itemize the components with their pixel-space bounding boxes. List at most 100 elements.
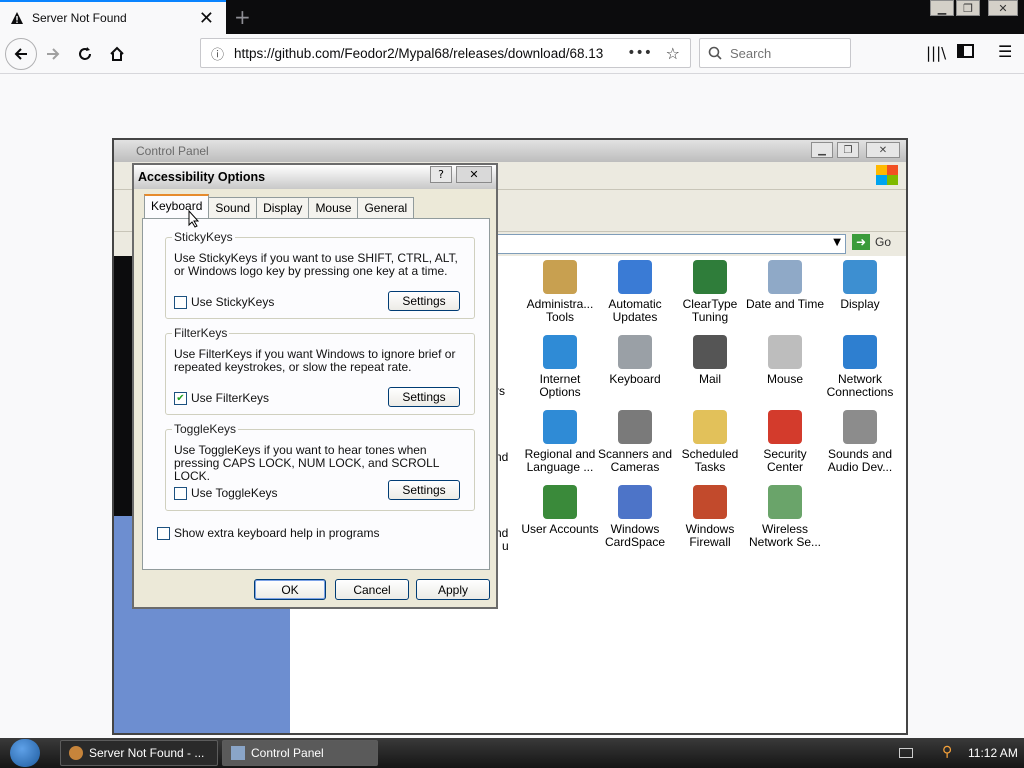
windows-logo-icon	[876, 165, 898, 185]
tab-general[interactable]: General	[357, 197, 415, 219]
use-stickykeys-checkbox[interactable]: Use StickyKeys	[174, 295, 274, 309]
filterkeys-settings-button[interactable]: Settings	[388, 387, 460, 407]
cp-item-mouse[interactable]: Mouse	[745, 335, 825, 386]
dialog-close-button[interactable]: ✕	[456, 166, 492, 183]
camera-icon	[618, 410, 652, 444]
keyboard-tray-icon[interactable]	[899, 748, 913, 758]
extra-keyboard-help-label[interactable]: Show extra keyboard help in programs	[174, 526, 379, 540]
home-button[interactable]	[102, 39, 132, 69]
go-arrow-icon: ➜	[852, 234, 870, 250]
cleartype-icon	[693, 260, 727, 294]
url-text[interactable]: https://github.com/Feodor2/Mypal68/relea…	[234, 46, 614, 61]
mouse-icon	[768, 335, 802, 369]
cp-minimize-button[interactable]: ▁	[811, 142, 833, 158]
apply-button[interactable]: Apply	[416, 579, 490, 600]
stickykeys-settings-button[interactable]: Settings	[388, 291, 460, 311]
reload-button[interactable]	[70, 39, 100, 69]
cp-item-security-center[interactable]: Security Center	[745, 410, 825, 474]
close-window-button[interactable]: ✕	[988, 0, 1018, 16]
back-button[interactable]	[5, 38, 37, 70]
page-actions-icon[interactable]: •••	[627, 45, 652, 61]
close-tab-icon[interactable]: ✕	[199, 8, 214, 29]
tab-mouse[interactable]: Mouse	[308, 197, 359, 219]
cp-item-label: Network Connections	[826, 372, 894, 399]
cp-item-regional-and-language[interactable]: Regional and Language ...	[520, 410, 600, 474]
search-input[interactable]: Search	[699, 38, 851, 68]
control-panel-titlebar[interactable]: Control Panel ▁ ❐ ✕	[114, 140, 906, 162]
cp-task-pane-header	[114, 256, 134, 516]
forward-arrow-icon	[47, 48, 60, 60]
sidebar-icon[interactable]	[957, 44, 974, 58]
use-stickykeys-label[interactable]: Use StickyKeys	[191, 295, 274, 309]
extra-help-checkbox-box[interactable]	[157, 526, 170, 540]
dialog-title: Accessibility Options	[138, 170, 266, 184]
cp-item-display[interactable]: Display	[820, 260, 900, 311]
use-filterkeys-checkbox[interactable]: ✔ Use FilterKeys	[174, 391, 269, 405]
search-tray-icon[interactable]: ⚲	[942, 744, 952, 760]
globe-icon	[543, 410, 577, 444]
cp-item-mail[interactable]: Mail	[670, 335, 750, 386]
restore-button[interactable]: ❐	[956, 0, 980, 16]
library-icon[interactable]: |||\	[926, 44, 946, 62]
cp-item-automatic-updates[interactable]: Automatic Updates	[595, 260, 675, 324]
stickykeys-caption: StickyKeys	[172, 230, 235, 244]
cp-item-wireless-network-se[interactable]: Wireless Network Se...	[745, 485, 825, 549]
filterkeys-checkbox-box[interactable]: ✔	[174, 391, 187, 405]
cp-item-label: Internet Options	[539, 372, 581, 399]
cp-item-sounds-and-audio-dev[interactable]: Sounds and Audio Dev...	[820, 410, 900, 474]
cp-item-windows-firewall[interactable]: Windows Firewall	[670, 485, 750, 549]
tab-sound[interactable]: Sound	[208, 197, 258, 219]
cp-item-label: Display	[840, 297, 880, 311]
filterkeys-group: FilterKeys Use FilterKeys if you want Wi…	[165, 326, 475, 415]
use-filterkeys-label[interactable]: Use FilterKeys	[191, 391, 269, 405]
cp-item-administra-tools[interactable]: Administra... Tools	[520, 260, 600, 324]
cp-item-user-accounts[interactable]: User Accounts	[520, 485, 600, 536]
cp-maximize-button[interactable]: ❐	[837, 142, 859, 158]
cp-item-keyboard[interactable]: Keyboard	[595, 335, 675, 386]
bookmark-star-icon[interactable]: ☆	[666, 44, 680, 63]
navigation-toolbar: ⓘ https://github.com/Feodor2/Mypal68/rel…	[0, 34, 1024, 74]
url-bar[interactable]: ⓘ https://github.com/Feodor2/Mypal68/rel…	[200, 38, 691, 68]
browser-tab[interactable]: Server Not Found ✕	[0, 0, 226, 34]
togglekeys-checkbox-box[interactable]	[174, 486, 187, 500]
taskbar-item-control-panel[interactable]: Control Panel	[222, 740, 378, 766]
cp-close-button[interactable]: ✕	[866, 142, 900, 158]
cp-item-label: Windows Firewall	[685, 522, 735, 549]
globe-icon	[543, 335, 577, 369]
cp-address-input[interactable]: ▼	[494, 234, 846, 254]
menu-icon[interactable]: ☰	[998, 42, 1012, 61]
use-togglekeys-checkbox[interactable]: Use ToggleKeys	[174, 486, 278, 500]
cancel-button[interactable]: Cancel	[335, 579, 409, 600]
cp-item-internet-options[interactable]: Internet Options	[520, 335, 600, 399]
users-icon	[543, 485, 577, 519]
wireless-icon	[768, 485, 802, 519]
go-label: Go	[875, 235, 892, 249]
new-tab-icon[interactable]: +	[234, 5, 251, 29]
start-button[interactable]	[10, 739, 40, 767]
cp-item-cleartype-tuning[interactable]: ClearType Tuning	[670, 260, 750, 324]
togglekeys-description: Use ToggleKeys if you want to hear tones…	[174, 443, 439, 483]
use-togglekeys-label[interactable]: Use ToggleKeys	[191, 486, 278, 500]
forward-button[interactable]	[38, 39, 68, 69]
help-button[interactable]: ?	[430, 166, 452, 183]
ok-button[interactable]: OK	[254, 579, 326, 600]
extra-keyboard-help-checkbox[interactable]: Show extra keyboard help in programs	[157, 526, 379, 540]
cp-item-date-and-time[interactable]: Date and Time	[745, 260, 825, 311]
cp-item-network-connections[interactable]: Network Connections	[820, 335, 900, 399]
info-icon[interactable]: ⓘ	[211, 44, 224, 63]
reload-icon	[79, 47, 91, 60]
tab-display[interactable]: Display	[256, 197, 310, 219]
togglekeys-settings-button[interactable]: Settings	[388, 480, 460, 500]
go-button[interactable]: ➜ Go	[852, 234, 891, 250]
shield-icon	[768, 410, 802, 444]
stickykeys-checkbox-box[interactable]	[174, 295, 187, 309]
taskbar-browser-label: Server Not Found - ...	[89, 746, 205, 760]
cp-item-scheduled-tasks[interactable]: Scheduled Tasks	[670, 410, 750, 474]
taskbar-item-browser[interactable]: Server Not Found - ...	[60, 740, 218, 766]
cp-item-windows-cardspace[interactable]: Windows CardSpace	[595, 485, 675, 549]
home-icon	[110, 46, 124, 61]
clock[interactable]: 11:12 AM	[968, 746, 1018, 760]
minimize-button[interactable]: ▁	[930, 0, 954, 16]
chevron-down-icon[interactable]: ▼	[833, 237, 841, 248]
cp-item-scanners-and-cameras[interactable]: Scanners and Cameras	[595, 410, 675, 474]
